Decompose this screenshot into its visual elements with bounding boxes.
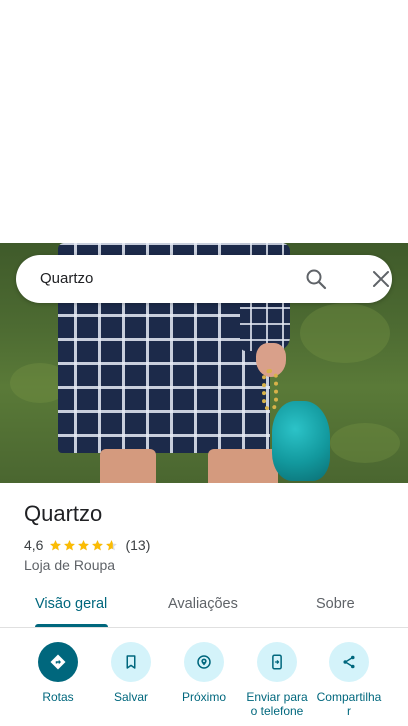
- share-icon: [329, 642, 369, 682]
- tab-overview[interactable]: Visão geral: [35, 596, 107, 612]
- share-button[interactable]: Compartilhar: [309, 640, 389, 718]
- share-label: Compartilhar: [316, 690, 382, 718]
- tab-reviews[interactable]: Avaliações: [168, 596, 238, 612]
- search-bar[interactable]: Quartzo: [16, 255, 392, 303]
- tab-about[interactable]: Sobre: [316, 596, 355, 612]
- map-area: [0, 0, 408, 243]
- send-to-phone-label: Enviar para o telefone: [246, 690, 308, 718]
- bag-image: [272, 401, 330, 481]
- search-input[interactable]: Quartzo: [40, 269, 93, 289]
- nearby-button[interactable]: Próximo: [164, 640, 244, 704]
- close-icon[interactable]: [369, 267, 393, 291]
- star-icon: [92, 539, 104, 550]
- tab-active-indicator: [35, 624, 108, 627]
- save-label: Salvar: [113, 690, 148, 704]
- star-icon: [106, 539, 118, 550]
- nearby-label: Próximo: [181, 690, 226, 704]
- star-icon: [50, 539, 62, 550]
- send-to-phone-button[interactable]: Enviar para o telefone: [237, 640, 317, 718]
- directions-label: Rotas: [42, 690, 74, 704]
- save-button[interactable]: Salvar: [91, 640, 171, 704]
- place-title: Quartzo: [24, 501, 103, 526]
- star-icon: [64, 539, 76, 550]
- rating-value: 4,6: [24, 537, 44, 553]
- star-rating: [49, 539, 119, 552]
- action-bar: Rotas Salvar Próximo Enviar para o telef…: [0, 640, 408, 726]
- nearby-icon: [184, 642, 224, 682]
- review-count[interactable]: (13): [125, 537, 150, 553]
- search-icon[interactable]: [304, 267, 328, 291]
- tab-bar: Visão geral Avaliações Sobre: [0, 590, 408, 628]
- directions-icon: [38, 642, 78, 682]
- star-icon: [78, 539, 90, 550]
- send-to-phone-icon: [257, 642, 297, 682]
- rating-row[interactable]: 4,6 (13): [24, 535, 150, 555]
- directions-button[interactable]: Rotas: [18, 640, 98, 704]
- place-category[interactable]: Loja de Roupa: [24, 556, 115, 574]
- bookmark-icon: [111, 642, 151, 682]
